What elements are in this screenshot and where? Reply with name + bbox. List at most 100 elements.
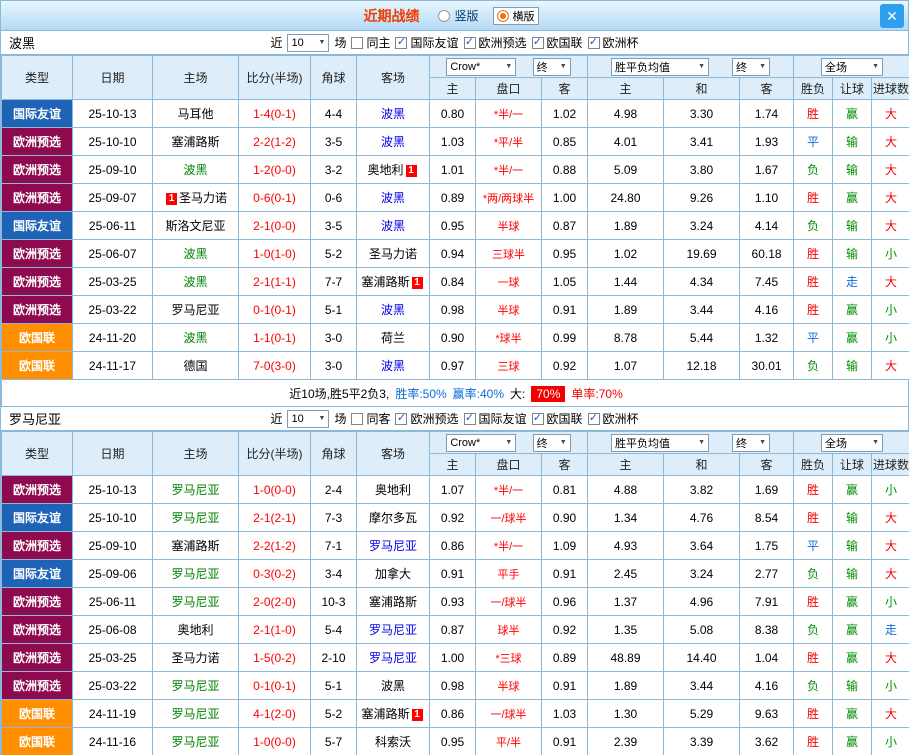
asian-odds-away: 0.87 (542, 212, 588, 240)
chevron-down-icon: ▼ (505, 439, 512, 446)
euro-avg-value: 胜平负均值 (615, 435, 670, 451)
asian-odds-away: 1.05 (542, 268, 588, 296)
team-name: 波黑 (381, 191, 405, 205)
league-checkbox-friendly[interactable]: ✓ 国际友谊 (464, 410, 527, 427)
league-checkbox-label: 欧洲杯 (603, 410, 639, 427)
league-checkbox-nations[interactable]: ✓ 欧国联 (532, 34, 583, 51)
match-score: 1-4(0-1) (239, 100, 311, 128)
euro-odds-away: 1.93 (740, 128, 794, 156)
chevron-down-icon: ▼ (698, 63, 705, 70)
recent-count-value: 10 (291, 37, 303, 49)
recent-count-select[interactable]: 10 ▼ (287, 410, 329, 428)
result-wdl: 平 (794, 128, 833, 156)
match-date: 25-03-25 (73, 644, 153, 672)
euro-odds-home: 4.98 (588, 100, 664, 128)
recent-count-select[interactable]: 10 ▼ (287, 34, 329, 52)
euro-stage-select[interactable]: 终 ▼ (732, 58, 770, 76)
euro-stage-select[interactable]: 终 ▼ (732, 434, 770, 452)
euro-avg-select[interactable]: 胜平负均值 ▼ (611, 58, 709, 76)
asian-odds-away: 0.92 (542, 616, 588, 644)
league-checkbox-eurocup[interactable]: ✓ 欧洲杯 (588, 34, 639, 51)
euro-odds-home: 5.09 (588, 156, 664, 184)
asian-odds-away: 0.99 (542, 324, 588, 352)
league-checkbox-euro-qual[interactable]: ✓ 欧洲预选 (464, 34, 527, 51)
radio-vertical-layout[interactable]: 竖版 (438, 7, 478, 24)
handicap-line: 平手 (476, 560, 542, 588)
result-wdl: 胜 (794, 700, 833, 728)
team-name: 奥地利 (177, 623, 213, 637)
euro-odds-draw: 19.69 (664, 240, 740, 268)
euro-odds-away: 1.67 (740, 156, 794, 184)
away-team: 罗马尼亚 (357, 644, 430, 672)
same-venue-checkbox[interactable]: 同主 (351, 34, 390, 51)
handicap-line: 一/球半 (476, 504, 542, 532)
asian-odds-away: 1.03 (542, 700, 588, 728)
corners: 3-4 (311, 560, 357, 588)
asian-odds-away: 0.81 (542, 476, 588, 504)
league-checkbox-label: 欧洲杯 (603, 34, 639, 51)
col-header-asian-home: 主 (430, 454, 476, 476)
scope-select[interactable]: 全场 ▼ (821, 434, 883, 452)
result-wdl: 负 (794, 212, 833, 240)
euro-odds-away: 7.91 (740, 588, 794, 616)
team-name: 马耳他 (177, 107, 213, 121)
match-score: 4-1(2-0) (239, 700, 311, 728)
league-type: 欧洲预选 (2, 268, 73, 296)
asian-odds-home: 0.97 (430, 352, 476, 380)
match-row: 欧国联24-11-20波黑1-1(0-1)3-0荷兰0.90*球半0.998.7… (2, 324, 909, 352)
asian-odds-away: 0.95 (542, 240, 588, 268)
league-type: 欧洲预选 (2, 156, 73, 184)
bookmaker-select[interactable]: Crow* ▼ (446, 434, 516, 452)
chevron-down-icon: ▼ (560, 439, 567, 446)
team-name: 波黑 (381, 679, 405, 693)
summary-win-rate: 胜率:50% (395, 387, 446, 401)
team-name: 圣马力诺 (369, 247, 417, 261)
league-checkbox-euro-qual[interactable]: ✓ 欧洲预选 (395, 410, 458, 427)
result-handicap: 输 (833, 672, 872, 700)
result-goals: 大 (872, 644, 909, 672)
summary-cover-rate: 赢率:40% (453, 387, 504, 401)
checkbox-checked-icon: ✓ (395, 37, 407, 49)
euro-avg-select[interactable]: 胜平负均值 ▼ (611, 434, 709, 452)
red-card-badge: 1 (412, 709, 423, 721)
same-venue-label: 同主 (366, 34, 390, 51)
match-score: 1-0(1-0) (239, 240, 311, 268)
euro-odds-away: 1.74 (740, 100, 794, 128)
bookmaker-select[interactable]: Crow* ▼ (446, 58, 516, 76)
team-name: 波黑 (381, 359, 405, 373)
match-date: 25-03-25 (73, 268, 153, 296)
scope-select[interactable]: 全场 ▼ (821, 58, 883, 76)
radio-horizontal-layout[interactable]: 横版 (493, 7, 539, 25)
team-name: 罗马尼亚 (369, 651, 417, 665)
euro-odds-home: 1.89 (588, 672, 664, 700)
asian-stage-value: 终 (537, 435, 548, 451)
team-name: 摩尔多瓦 (369, 511, 417, 525)
league-type: 欧国联 (2, 728, 73, 755)
league-checkbox-nations[interactable]: ✓ 欧国联 (532, 410, 583, 427)
team-name: 罗马尼亚 (171, 567, 219, 581)
league-checkbox-eurocup[interactable]: ✓ 欧洲杯 (588, 410, 639, 427)
asian-stage-select[interactable]: 终 ▼ (533, 434, 571, 452)
handicap-line: *半/一 (476, 156, 542, 184)
match-date: 24-11-16 (73, 728, 153, 755)
corners: 7-3 (311, 504, 357, 532)
asian-odds-home: 0.91 (430, 560, 476, 588)
away-team: 波黑 (357, 212, 430, 240)
away-team: 塞浦路斯1 (357, 268, 430, 296)
result-handicap: 赢 (833, 728, 872, 755)
result-goals: 大 (872, 532, 909, 560)
result-goals: 走 (872, 616, 909, 644)
close-button[interactable]: ✕ (880, 4, 904, 28)
match-row: 欧洲预选25-10-13罗马尼亚1-0(0-0)2-4奥地利1.07*半/一0.… (2, 476, 909, 504)
euro-odds-away: 4.16 (740, 296, 794, 324)
team-name: 波黑 (381, 303, 405, 317)
asian-stage-select[interactable]: 终 ▼ (533, 58, 571, 76)
same-venue-checkbox[interactable]: 同客 (351, 410, 390, 427)
result-handicap: 走 (833, 268, 872, 296)
handicap-line: 半球 (476, 672, 542, 700)
league-checkbox-friendly[interactable]: ✓ 国际友谊 (395, 34, 458, 51)
euro-odds-away: 8.38 (740, 616, 794, 644)
euro-odds-home: 1.89 (588, 212, 664, 240)
euro-odds-away: 30.01 (740, 352, 794, 380)
close-icon: ✕ (886, 8, 898, 25)
